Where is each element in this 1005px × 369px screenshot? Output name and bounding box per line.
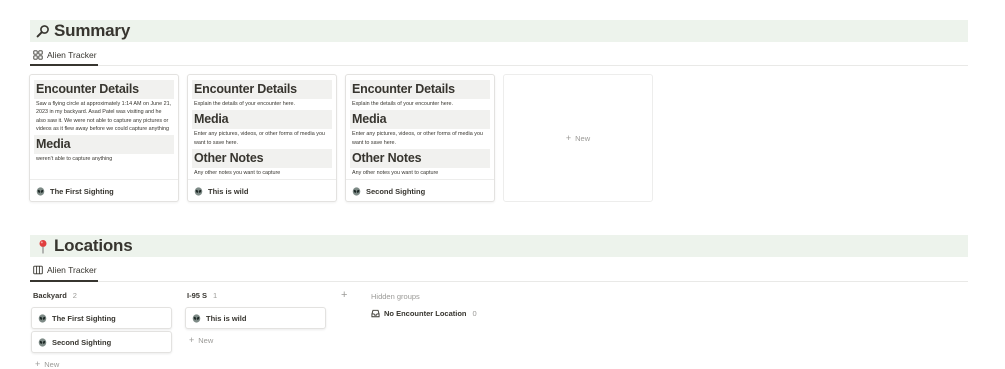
preview-text: Any other notes you want to capture	[352, 169, 439, 176]
new-label: New	[198, 335, 214, 345]
board-card[interactable]: Second Sighting	[31, 331, 172, 353]
preview-text: weren't able to capture anything	[36, 156, 113, 163]
preview-heading: Encounter Details	[34, 80, 174, 99]
preview-text: Enter any pictures, videos, or other for…	[352, 131, 483, 146]
gallery-card[interactable]: Encounter Details Explain the details of…	[187, 74, 337, 202]
board-card[interactable]: The First Sighting	[31, 307, 172, 329]
board-card-title: The First Sighting	[52, 313, 116, 323]
preview-heading: Media	[192, 110, 332, 130]
gallery-card[interactable]: Encounter Details Explain the details of…	[345, 74, 495, 202]
alien-icon	[38, 313, 47, 323]
preview-heading: Other Notes	[350, 148, 490, 168]
card-preview: Encounter Details Saw a flying circle at…	[30, 75, 178, 179]
preview-text: Explain the details of your encounter he…	[352, 101, 453, 107]
tab-alien-tracker-gallery[interactable]: Alien Tracker	[30, 46, 100, 64]
new-label: New	[44, 359, 60, 369]
board-card-title: This is wild	[206, 313, 247, 323]
gallery-card[interactable]: Encounter Details Saw a flying circle at…	[29, 74, 179, 202]
locations-title: Locations	[54, 236, 133, 255]
board-new-button[interactable]: + New	[35, 359, 59, 369]
pushpin-icon	[34, 239, 52, 254]
hidden-group-item[interactable]: No Encounter Location 0	[371, 309, 477, 318]
new-label: New	[575, 133, 591, 143]
plus-icon: +	[189, 335, 195, 345]
column-name: Backyard	[33, 291, 67, 300]
board-card-title: Second Sighting	[52, 337, 112, 347]
preview-heading: Encounter Details	[192, 80, 332, 99]
card-preview: Encounter Details Explain the details of…	[188, 75, 336, 179]
new-card-button[interactable]: + New	[503, 74, 653, 202]
alien-icon	[36, 187, 45, 196]
preview-text: Enter any pictures, videos, or other for…	[194, 131, 325, 146]
column-name: I-95 S	[187, 291, 208, 300]
preview-text: Any other notes you want to capture	[194, 169, 281, 176]
board-column-header[interactable]: I-95 S 1	[187, 291, 217, 300]
board-card[interactable]: This is wild	[185, 307, 326, 329]
active-tab-underline	[30, 64, 98, 66]
locations-header: Locations	[30, 235, 968, 257]
gallery-icon	[33, 50, 43, 60]
card-title: Second Sighting	[366, 187, 426, 196]
card-title-bar: The First Sighting	[30, 179, 178, 201]
tab-label: Alien Tracker	[47, 50, 97, 60]
preview-heading: Media	[350, 110, 490, 130]
active-tab-underline	[30, 280, 98, 282]
plus-icon: +	[565, 133, 572, 143]
alien-icon	[352, 187, 361, 196]
preview-text: Explain the details of your encounter he…	[194, 101, 295, 107]
plus-icon: +	[35, 359, 41, 369]
magnifier-icon	[34, 24, 52, 38]
card-title-bar: This is wild	[188, 179, 336, 201]
card-title: This is wild	[208, 187, 249, 196]
card-title-bar: Second Sighting	[346, 179, 494, 201]
hidden-groups-label: Hidden groups	[371, 292, 420, 301]
board-new-button[interactable]: + New	[189, 335, 213, 345]
inbox-icon	[371, 309, 380, 318]
preview-text: Saw a flying circle at approximately 1:1…	[36, 101, 172, 132]
summary-title: Summary	[54, 21, 131, 40]
hidden-group-count: 0	[472, 309, 477, 318]
tab-divider	[30, 65, 968, 66]
alien-icon	[194, 187, 203, 196]
card-preview: Encounter Details Explain the details of…	[346, 75, 494, 179]
board-column-header[interactable]: Backyard 2	[33, 291, 77, 300]
card-title: The First Sighting	[50, 187, 114, 196]
tab-divider	[30, 281, 968, 282]
preview-heading: Other Notes	[192, 148, 332, 168]
hidden-group-name: No Encounter Location	[384, 309, 467, 318]
tab-alien-tracker-board[interactable]: Alien Tracker	[30, 261, 100, 279]
column-count: 2	[72, 291, 77, 300]
alien-icon	[38, 337, 47, 347]
board-icon	[33, 265, 43, 275]
summary-header: Summary	[30, 20, 968, 42]
preview-heading: Media	[34, 135, 174, 155]
alien-icon	[192, 313, 201, 323]
column-count: 1	[213, 291, 218, 300]
tab-label: Alien Tracker	[47, 265, 97, 275]
add-group-button[interactable]: +	[341, 289, 347, 301]
preview-heading: Encounter Details	[350, 80, 490, 99]
